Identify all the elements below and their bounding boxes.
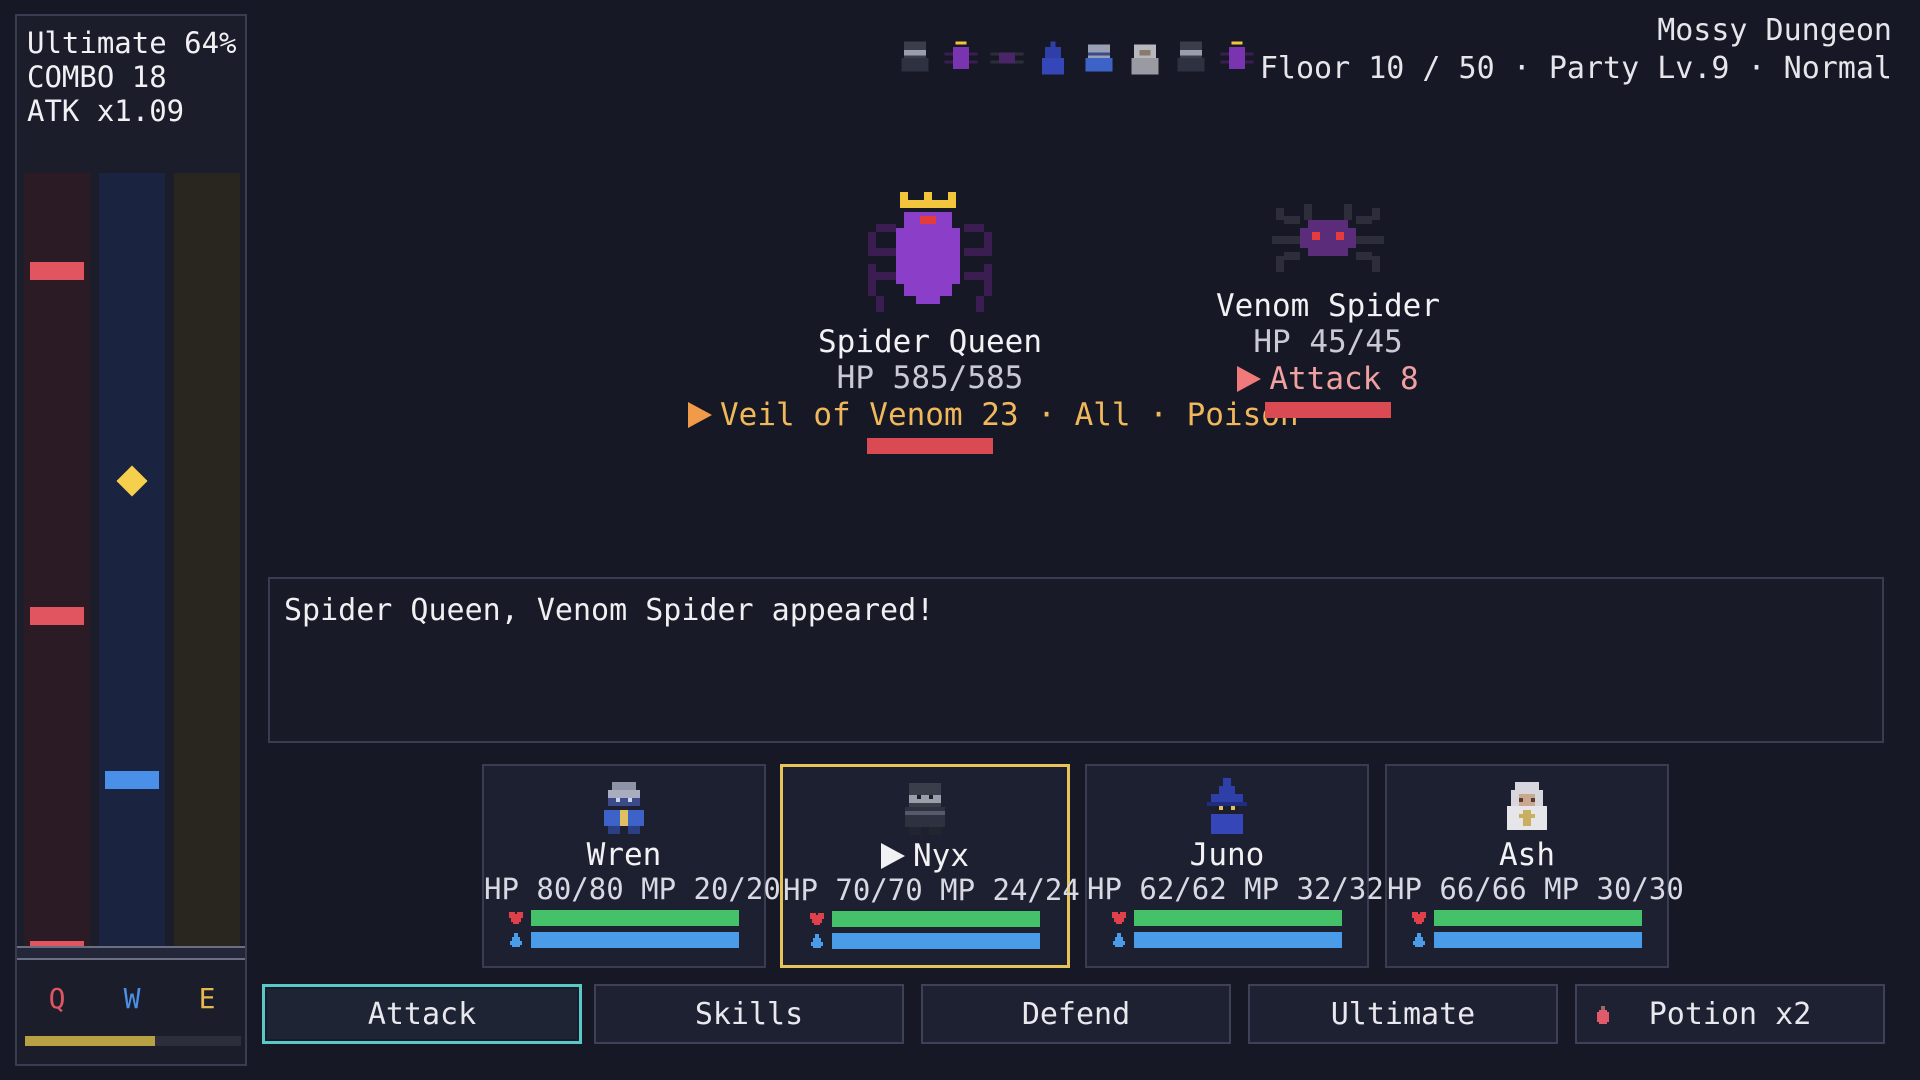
charge-meter-fill — [25, 1036, 155, 1046]
cleric-icon — [1507, 782, 1547, 830]
defend-button[interactable]: Defend — [921, 984, 1231, 1044]
cleric-icon — [1131, 44, 1159, 75]
spider-queen-icon — [944, 41, 978, 69]
hp-bar — [1434, 910, 1642, 926]
wizard-icon — [1207, 778, 1247, 834]
rhythm-lane-w — [99, 173, 165, 958]
spider-icon — [990, 52, 1024, 64]
party-member-juno[interactable]: Juno HP 62/62 MP 32/32 — [1085, 764, 1384, 968]
charge-meter — [25, 1036, 241, 1046]
enemy-spider-queen[interactable]: Spider Queen HP 585/585 Veil of Venom 23… — [688, 192, 1299, 454]
ninja-icon — [1177, 41, 1205, 72]
party-member-nyx[interactable]: Nyx HP 70/70 MP 24/24 — [780, 764, 1080, 968]
mp-bar — [832, 933, 1040, 949]
dungeon-info: Mossy Dungeon Floor 10 / 50 · Party Lv.9… — [1260, 12, 1892, 88]
spider-queen-sprite — [868, 192, 992, 312]
rhythm-note — [30, 262, 84, 280]
lane-key-q: Q — [48, 982, 66, 1015]
rhythm-hit-line — [17, 946, 245, 960]
member-name: Juno — [1189, 837, 1265, 873]
member-name-text: Nyx — [913, 838, 969, 874]
combo-counter: COMBO 18 — [27, 60, 167, 94]
mana-drop-icon — [1413, 933, 1425, 947]
mp-row — [1087, 930, 1367, 950]
rhythm-lane-e — [174, 173, 240, 958]
heart-icon — [810, 913, 824, 925]
lane-key-w: W — [123, 982, 141, 1015]
active-turn-icon — [881, 843, 905, 869]
member-stats: HP 62/62 MP 32/32 — [1087, 872, 1384, 906]
enemy-hp: HP 585/585 — [836, 360, 1024, 396]
rhythm-lane-q — [24, 173, 90, 959]
mana-drop-icon — [1113, 933, 1125, 947]
enemy-name: Venom Spider — [1216, 288, 1440, 324]
potion-label: Potion x2 — [1648, 996, 1812, 1032]
member-name: Ash — [1499, 837, 1555, 873]
mp-bar — [1434, 932, 1642, 948]
enemy-hp: HP 45/45 — [1253, 324, 1403, 360]
member-name: Nyx — [783, 839, 1067, 873]
ultimate-button[interactable]: Ultimate — [1248, 984, 1558, 1044]
party-member-ash[interactable]: Ash HP 66/66 MP 30/30 — [1385, 764, 1684, 968]
hp-row — [484, 908, 764, 928]
member-stats: HP 80/80 MP 20/20 — [484, 872, 781, 906]
party-member-wren[interactable]: Wren HP 80/80 MP 20/20 — [482, 764, 781, 968]
enemy-name: Spider Queen — [818, 324, 1042, 360]
ninja-icon — [905, 783, 945, 835]
enemy-intent: Attack 8 — [1168, 360, 1488, 398]
ninja-icon — [901, 41, 929, 72]
knight-icon — [604, 782, 644, 834]
hp-bar — [832, 911, 1040, 927]
knight-icon — [1085, 44, 1113, 72]
heart-icon — [1412, 912, 1426, 924]
mp-row — [1387, 930, 1667, 950]
hp-bar — [1134, 910, 1342, 926]
hp-row — [783, 909, 1067, 929]
attack-multiplier: ATK x1.09 — [27, 94, 185, 128]
rhythm-panel: Ultimate 64% COMBO 18 ATK x1.09 Q W E — [15, 14, 247, 1066]
rhythm-note — [105, 771, 159, 789]
turn-order — [896, 38, 1256, 78]
member-name: Wren — [586, 837, 662, 873]
mana-drop-icon — [510, 933, 522, 947]
lane-key-e: E — [198, 982, 216, 1015]
member-stats: HP 66/66 MP 30/30 — [1387, 872, 1684, 906]
enemy-intent-text: Attack 8 — [1269, 361, 1419, 397]
mana-drop-icon — [811, 934, 823, 948]
hp-row — [1387, 908, 1667, 928]
intent-arrow-icon — [1237, 366, 1262, 392]
mp-bar — [1134, 932, 1342, 948]
mp-row — [783, 931, 1067, 951]
heart-icon — [509, 912, 523, 924]
hp-row — [1087, 908, 1367, 928]
enemy-intent: Veil of Venom 23 · All · Poison — [688, 396, 1299, 434]
member-stats: HP 70/70 MP 24/24 — [783, 873, 1080, 907]
enemy-hp-bar — [867, 438, 993, 454]
dungeon-name: Mossy Dungeon — [1657, 13, 1892, 48]
floor-info: Floor 10 / 50 · Party Lv.9 · Normal — [1259, 51, 1892, 86]
battle-log-message: Spider Queen, Venom Spider appeared! — [284, 593, 935, 628]
potion-icon — [1597, 1006, 1609, 1024]
spider-queen-icon — [1220, 41, 1254, 69]
mp-row — [484, 930, 764, 950]
battle-log: Spider Queen, Venom Spider appeared! — [268, 577, 1884, 743]
venom-spider-sprite — [1272, 204, 1384, 272]
mp-bar — [531, 932, 739, 948]
enemy-venom-spider[interactable]: Venom Spider HP 45/45 Attack 8 — [1168, 200, 1488, 418]
ultimate-charge: Ultimate 64% — [27, 26, 237, 60]
attack-button[interactable]: Attack — [262, 984, 582, 1044]
potion-button[interactable]: Potion x2 — [1575, 984, 1885, 1044]
skills-button[interactable]: Skills — [594, 984, 904, 1044]
heart-icon — [1112, 912, 1126, 924]
wizard-icon — [1042, 41, 1064, 75]
rhythm-diamond-note — [116, 465, 148, 497]
combat-stats: Ultimate 64% COMBO 18 ATK x1.09 — [27, 26, 237, 128]
enemy-hp-bar — [1265, 402, 1391, 418]
rhythm-note — [30, 607, 84, 625]
hp-bar — [531, 910, 739, 926]
intent-arrow-icon — [688, 402, 712, 428]
